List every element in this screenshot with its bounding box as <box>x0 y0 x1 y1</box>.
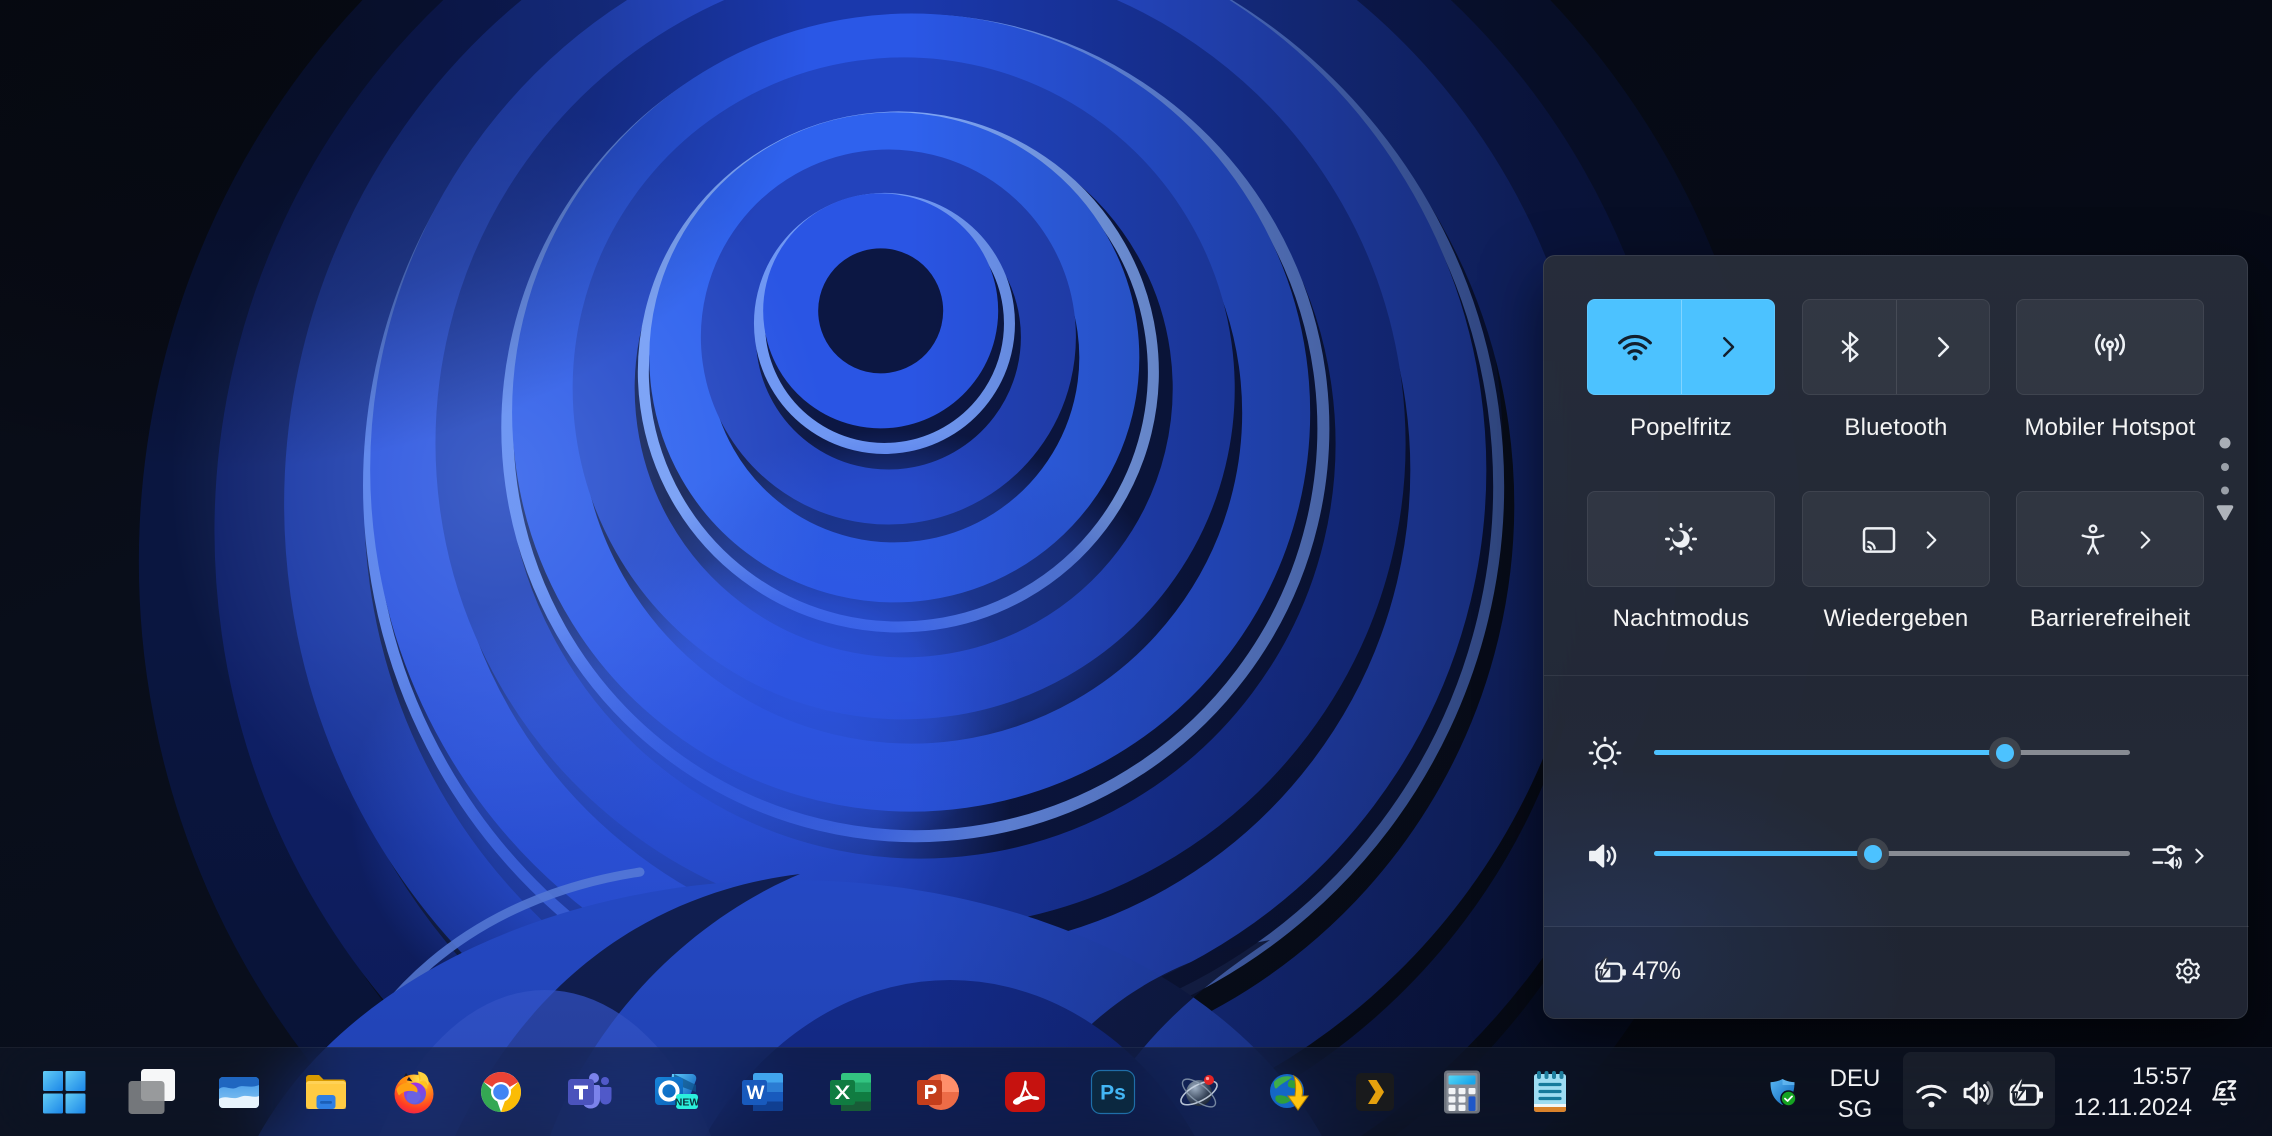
svg-text:NEW: NEW <box>675 1097 700 1109</box>
svg-text:Ps: Ps <box>1100 1082 1126 1105</box>
